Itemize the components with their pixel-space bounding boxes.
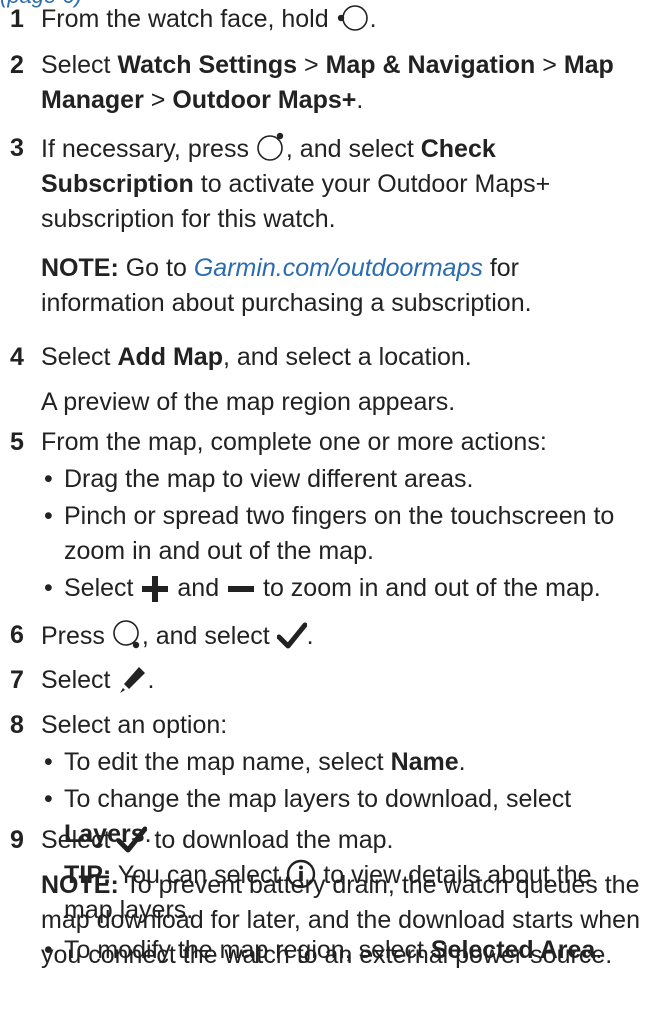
outdoormaps-link[interactable]: Garmin.com/outdoormaps bbox=[194, 254, 483, 282]
step-number: 1 bbox=[10, 5, 24, 33]
step-number: 6 bbox=[10, 621, 24, 649]
watch-button-bottom-icon bbox=[113, 620, 140, 649]
plus-icon bbox=[142, 576, 169, 602]
checkmark-icon bbox=[117, 826, 148, 853]
list-item: • Drag the map to view different areas. bbox=[44, 465, 474, 493]
watch-button-left-icon bbox=[337, 5, 368, 31]
menu-map-navigation: Map & Navigation bbox=[325, 51, 536, 79]
step-number: 7 bbox=[10, 666, 24, 694]
menu-outdoor-maps: Outdoor Maps+ bbox=[172, 86, 357, 114]
step-number: 4 bbox=[10, 343, 24, 371]
pencil-icon bbox=[120, 667, 146, 693]
note-label: NOTE: bbox=[41, 254, 119, 282]
checkmark-icon bbox=[276, 622, 307, 649]
watch-button-top-icon bbox=[257, 132, 284, 161]
step-number: 5 bbox=[10, 428, 24, 456]
step-number: 2 bbox=[10, 51, 24, 79]
list-item: • To edit the map name, select Name. bbox=[44, 748, 466, 776]
step-result: A preview of the map region appears. bbox=[41, 388, 456, 416]
step-text: From the watch face, hold bbox=[41, 5, 329, 33]
option-name: Name bbox=[390, 748, 459, 776]
minus-icon bbox=[228, 586, 255, 592]
list-item: • Select and to zoom in and out of the m… bbox=[44, 574, 601, 602]
manual-page: (page 6) 1 From the watch face, hold . 2… bbox=[0, 0, 649, 1027]
note: NOTE: To prevent battery drain, the watc… bbox=[41, 871, 640, 969]
menu-watch-settings: Watch Settings bbox=[117, 51, 298, 79]
note: NOTE: Go to Garmin.com/outdoormaps for i… bbox=[41, 254, 532, 317]
step-number: 8 bbox=[10, 711, 24, 739]
menu-add-map: Add Map bbox=[117, 343, 223, 371]
step-number: 9 bbox=[10, 826, 24, 854]
step-number: 3 bbox=[10, 134, 24, 162]
note-label: NOTE: bbox=[41, 871, 119, 899]
list-item: • Pinch or spread two fingers on the tou… bbox=[44, 502, 615, 565]
